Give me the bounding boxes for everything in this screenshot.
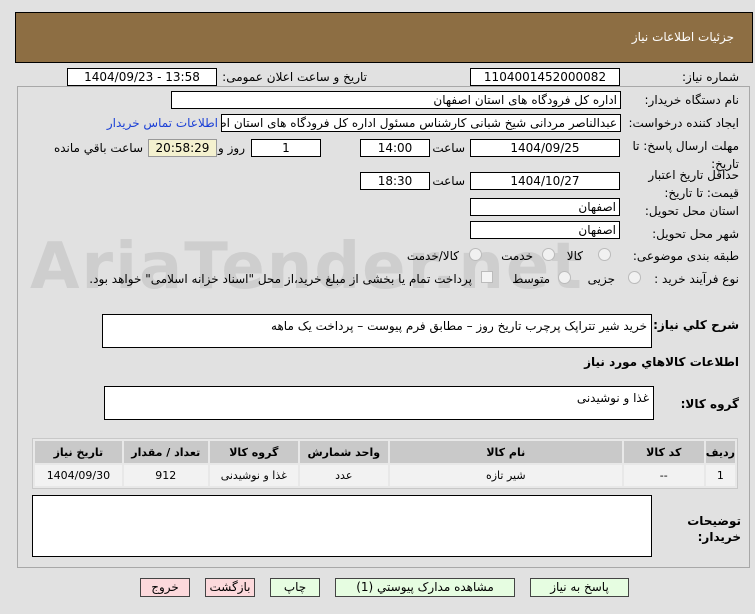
days-label: روز و: [218, 141, 245, 155]
buyer-label: نام دستگاه خریدار:: [644, 93, 740, 107]
city-label: شهر محل تحویل:: [652, 227, 739, 241]
notes-label: توضیحات خریدار:: [687, 514, 741, 544]
watermark: AriaTender.net: [30, 230, 584, 304]
cell-code: --: [623, 465, 704, 486]
reply-button[interactable]: پاسخ به نیاز: [530, 578, 629, 597]
cell-unit: عدد: [299, 465, 388, 486]
page-title: جزئیات اطلاعات نیاز: [631, 30, 734, 44]
validity-time-field: 18:30: [360, 172, 430, 190]
category-option-goods: کالا: [566, 249, 583, 263]
cell-name: شیر تازه: [389, 465, 622, 486]
payment-checkbox[interactable]: [481, 271, 493, 283]
table-header-row: ردیف کد کالا نام کالا واحد شمارش گروه کا…: [35, 441, 735, 463]
table-row: 1 -- شیر تازه عدد غذا و نوشیدنی 912 1404…: [35, 465, 735, 486]
description-label: شرح كلي نیاز:: [653, 318, 739, 332]
exit-button[interactable]: خروج: [140, 578, 190, 597]
col-code: کد کالا: [623, 441, 704, 463]
remaining-label: ساعت باقي مانده: [53, 141, 143, 155]
contact-buyer-link[interactable]: اطلاعات تماس خریدار: [107, 116, 218, 130]
cell-row: 1: [705, 465, 735, 486]
view-attachments-button[interactable]: مشاهده مدارک پیوستي (1): [335, 578, 515, 597]
col-name: نام کالا: [389, 441, 622, 463]
days-field: 1: [251, 139, 321, 157]
cell-qty: 912: [123, 465, 208, 486]
creator-field: عبدالناصر مردانی شیخ شبانی کارشناس مسئول…: [221, 114, 621, 132]
category-radio-both[interactable]: [469, 248, 482, 261]
description-textarea[interactable]: خرید شیر تتراپک پرچرب تاریخ روز – مطابق …: [102, 314, 652, 348]
goods-table: ردیف کد کالا نام کالا واحد شمارش گروه کا…: [32, 438, 738, 489]
cell-date: 1404/09/30: [35, 465, 122, 486]
deadline-date-field: 1404/09/25: [470, 139, 620, 157]
announce-field: 1404/09/23 - 13:58: [67, 68, 217, 86]
process-radio-minor[interactable]: [628, 271, 641, 284]
need-number-field: 1104001452000082: [470, 68, 620, 86]
process-option-medium: متوسط: [512, 272, 550, 286]
province-field: اصفهان: [470, 198, 620, 216]
deadline-time-field: 14:00: [360, 139, 430, 157]
category-radio-service[interactable]: [542, 248, 555, 261]
notes-textarea[interactable]: [32, 495, 652, 557]
category-option-service: خدمت: [501, 249, 533, 263]
announce-label: تاریخ و ساعت اعلان عمومی:: [222, 70, 367, 84]
back-button[interactable]: بازگشت: [205, 578, 255, 597]
goods-group-textarea[interactable]: غذا و نوشیدنی: [104, 386, 654, 420]
col-qty: تعداد / مقدار: [123, 441, 208, 463]
col-row: ردیف: [705, 441, 735, 463]
category-radio-goods[interactable]: [598, 248, 611, 261]
col-date: تاریخ نیاز: [35, 441, 122, 463]
payment-note: پرداخت تمام یا بخشی از مبلغ خرید،از محل …: [89, 272, 472, 286]
deadline-time-label: ساعت: [432, 141, 465, 155]
province-label: استان محل تحویل:: [644, 204, 739, 218]
category-option-both: کالا/خدمت: [406, 249, 459, 263]
need-number-label: شماره نیاز:: [682, 70, 739, 84]
creator-label: ایجاد کننده درخواست:: [628, 116, 739, 130]
page-header: جزئیات اطلاعات نیاز: [15, 12, 753, 63]
col-unit: واحد شمارش: [299, 441, 388, 463]
city-field: اصفهان: [470, 221, 620, 239]
validity-date-field: 1404/10/27: [470, 172, 620, 190]
process-label: نوع فرآیند خرید :: [654, 272, 739, 286]
goods-heading: اطلاعات كالاهاي مورد نیاز: [584, 355, 739, 369]
category-label: طبقه بندی موضوعی:: [632, 249, 739, 263]
process-option-minor: جزیی: [587, 272, 615, 286]
cell-group: غذا و نوشیدنی: [209, 465, 298, 486]
print-button[interactable]: چاپ: [270, 578, 320, 597]
goods-group-label: گروه کالا:: [680, 397, 739, 411]
remaining-time: 20:58:29: [148, 139, 217, 157]
validity-time-label: ساعت: [432, 174, 465, 188]
col-group: گروه کالا: [209, 441, 298, 463]
buyer-field: اداره کل فرودگاه های استان اصفهان: [171, 91, 621, 109]
validity-label: حداقل تاریخ اعتبار قیمت: تا تاریخ:: [648, 168, 739, 200]
process-radio-medium[interactable]: [558, 271, 571, 284]
